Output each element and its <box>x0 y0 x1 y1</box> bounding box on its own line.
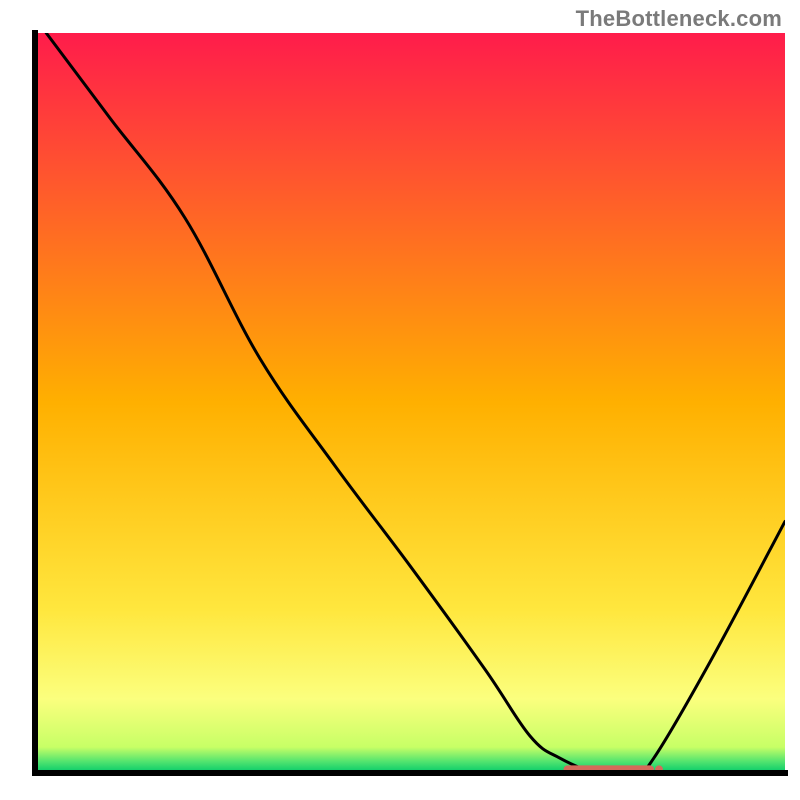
attribution-label: TheBottleneck.com <box>576 6 782 32</box>
chart-container: TheBottleneck.com <box>0 0 800 800</box>
gradient-background <box>35 33 785 773</box>
plot-area <box>35 33 785 775</box>
bottleneck-chart <box>0 0 800 800</box>
